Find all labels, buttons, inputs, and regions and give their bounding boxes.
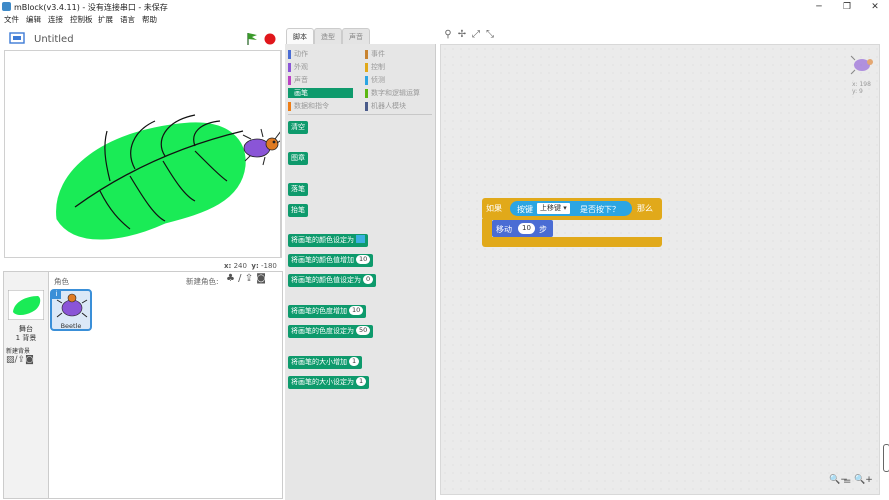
key-pressed-block[interactable]: 按键 上移键 ▾ 是否按下？: [510, 201, 632, 216]
block-pen-up[interactable]: 抬笔: [288, 204, 308, 217]
change-color-input[interactable]: 10: [356, 255, 371, 264]
sprite-name: Beetle: [60, 322, 82, 330]
sprites-header: 角色: [54, 277, 69, 286]
sprite-upload-icon[interactable]: ⇪: [245, 273, 253, 284]
backdrop-library-icon[interactable]: ▨: [6, 355, 15, 365]
sprite-position: x: 198 y: 9: [852, 81, 871, 95]
beetle-sprite: [242, 128, 284, 166]
sprite-paint-icon[interactable]: /: [238, 273, 241, 284]
title-bar: mBlock(v3.4.11) - 没有连接串口 - 未保存 ─ ❐ ✕: [0, 0, 889, 14]
scripts-area[interactable]: x: 198 y: 9 如果 按键 上移键 ▾ 是否按下？ 那么 移动 10 步…: [440, 44, 880, 495]
set-color-value-input[interactable]: 0: [363, 275, 374, 284]
duplicate-icon[interactable]: ⚲: [443, 30, 453, 40]
menu-connect[interactable]: 连接: [48, 14, 63, 26]
close-button[interactable]: ✕: [861, 0, 889, 14]
menu-language[interactable]: 语言: [120, 14, 135, 26]
leaf-drawing: [56, 114, 246, 240]
stage-layout-icon[interactable]: [9, 32, 25, 44]
block-change-pen-shade[interactable]: 将画笔的色度增加 10: [288, 305, 367, 318]
stage-header: Untitled: [4, 30, 281, 50]
category-events[interactable]: 事件: [365, 49, 435, 59]
key-dropdown[interactable]: 上移键 ▾: [537, 203, 570, 214]
move-block[interactable]: 移动 10 步: [492, 220, 553, 237]
green-flag-icon[interactable]: [246, 32, 258, 46]
change-size-input[interactable]: 1: [349, 357, 360, 366]
menu-board[interactable]: 控制板: [70, 14, 93, 26]
shrink-icon[interactable]: ⤡: [485, 30, 495, 40]
category-operators[interactable]: 数字和逻辑运算: [365, 88, 435, 98]
block-set-pen-color[interactable]: 将画笔的颜色设定为: [288, 234, 368, 247]
new-backdrop-label: 新建背景: [6, 348, 31, 355]
project-title[interactable]: Untitled: [34, 34, 74, 45]
menu-bar: 文件 编辑 连接 控制板 扩展 语言 帮助: [0, 14, 889, 26]
minimize-button[interactable]: ─: [805, 0, 833, 14]
stage-canvas[interactable]: [4, 50, 284, 258]
zoom-reset-button[interactable]: =: [843, 476, 851, 487]
block-stamp[interactable]: 图章: [288, 152, 308, 165]
stage-drawing: [56, 114, 284, 240]
sprite-library-icon[interactable]: ♣: [226, 273, 235, 284]
category-sensing[interactable]: 侦测: [365, 75, 435, 85]
pen-color-swatch[interactable]: [356, 235, 365, 243]
category-pen[interactable]: 画笔: [288, 88, 353, 98]
if-block-arm: [482, 219, 492, 237]
sprite-camera-icon[interactable]: ◙: [256, 273, 266, 284]
mouse-coordinates: x: 240 y: -180: [224, 262, 277, 270]
stage-thumbnail-column: 舞台 1 背景 新建背景 ▨/⇪◙: [4, 272, 49, 498]
grow-icon[interactable]: ⤢: [471, 30, 481, 40]
window-title: mBlock(v3.4.11) - 没有连接串口 - 未保存: [14, 3, 168, 12]
tab-scripts[interactable]: 脚本: [286, 28, 314, 44]
block-set-pen-color-value[interactable]: 将画笔的颜色值设定为 0: [288, 274, 377, 287]
stop-icon[interactable]: [264, 33, 276, 45]
category-robots[interactable]: 机器人模块: [365, 101, 435, 111]
maximize-button[interactable]: ❐: [833, 0, 861, 14]
block-change-pen-color[interactable]: 将画笔的颜色值增加 10: [288, 254, 374, 267]
backdrop-count: 1 背景: [15, 334, 37, 342]
current-sprite-thumbnail: [850, 55, 873, 75]
block-set-pen-shade[interactable]: 将画笔的色度设定为 50: [288, 325, 374, 338]
new-backdrop-tools: ▨/⇪◙: [6, 355, 34, 365]
block-change-pen-size[interactable]: 将画笔的大小增加 1: [288, 356, 363, 369]
menu-extensions[interactable]: 扩展: [98, 14, 113, 26]
stage-thumbnail[interactable]: [8, 290, 44, 320]
delete-icon[interactable]: ✢: [457, 30, 467, 40]
category-control[interactable]: 控制: [365, 62, 435, 72]
category-looks[interactable]: 外观: [288, 62, 358, 72]
move-steps-input[interactable]: 10: [518, 223, 535, 234]
category-sound[interactable]: 声音: [288, 75, 358, 85]
menu-edit[interactable]: 编辑: [26, 14, 41, 26]
block-clear[interactable]: 清空: [288, 121, 308, 134]
change-shade-input[interactable]: 10: [349, 306, 364, 315]
set-shade-input[interactable]: 50: [356, 326, 371, 335]
palette-divider: [288, 114, 432, 115]
backdrop-camera-icon[interactable]: ◙: [25, 355, 34, 365]
block-set-pen-size[interactable]: 将画笔的大小设定为 1: [288, 376, 370, 389]
app-icon: [2, 2, 11, 11]
stage-divider: [280, 50, 282, 258]
sprite-tile-beetle[interactable]: i Beetle: [50, 289, 92, 331]
if-block-end: [482, 237, 662, 247]
set-size-input[interactable]: 1: [356, 377, 367, 386]
new-sprite-tools: ♣ / ⇪ ◙: [226, 273, 266, 284]
menu-file[interactable]: 文件: [4, 14, 19, 26]
beetle-thumbnail: [56, 293, 88, 318]
category-motion[interactable]: 动作: [288, 49, 358, 59]
block-pen-down[interactable]: 落笔: [288, 183, 308, 196]
category-data[interactable]: 数据和指令: [288, 101, 358, 111]
scripts-scrollbar[interactable]: [883, 444, 889, 472]
tab-sounds[interactable]: 声音: [342, 28, 370, 44]
sprite-panel: 舞台 1 背景 新建背景 ▨/⇪◙ 角色 新建角色: ♣ / ⇪ ◙ i Bee…: [3, 271, 283, 499]
zoom-in-button[interactable]: 🔍+: [854, 475, 873, 485]
if-block[interactable]: 如果 按键 上移键 ▾ 是否按下？ 那么: [482, 198, 662, 220]
menu-help[interactable]: 帮助: [142, 14, 157, 26]
tab-costumes[interactable]: 造型: [314, 28, 342, 44]
backdrop-upload-icon[interactable]: ⇪: [18, 355, 26, 365]
block-palette: 动作 事件 外观 控制 声音 侦测 画笔 数字和逻辑运算 数据和指令 机器人模块…: [285, 44, 436, 500]
chevron-down-icon: ▾: [563, 204, 567, 212]
new-sprite-label: 新建角色:: [186, 277, 219, 286]
